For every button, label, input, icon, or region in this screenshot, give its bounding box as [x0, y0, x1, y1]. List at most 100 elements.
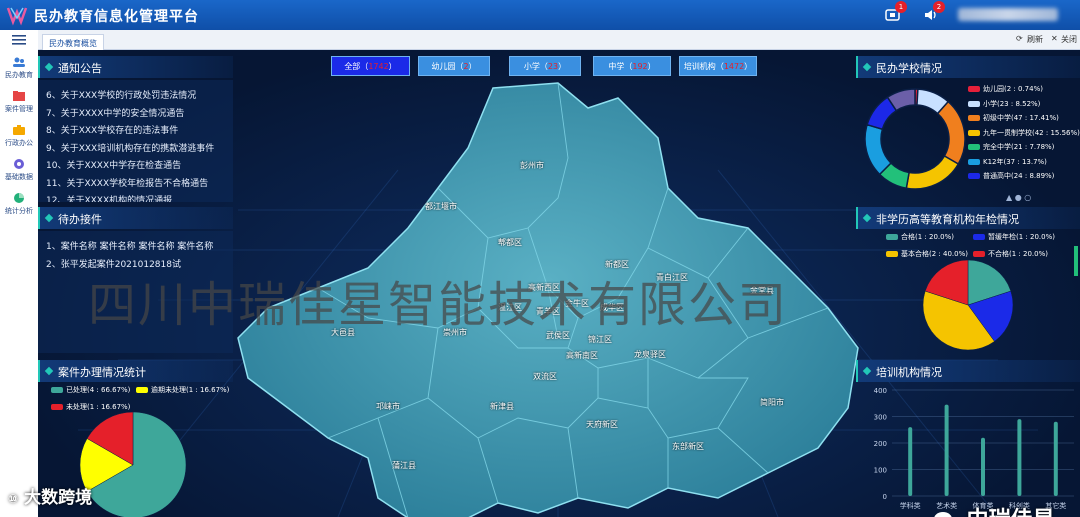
legend-item: 逾期未处理(1 : 16.67%)	[136, 385, 229, 395]
school-stats-title-text: 民办学校情况	[876, 62, 942, 75]
pending-title: 待办接件	[38, 207, 233, 229]
sidebar-item-statistics[interactable]: 统计分析	[0, 192, 38, 216]
pending-title-text: 待办接件	[58, 213, 102, 226]
case-stats-title: 案件办理情况统计	[38, 360, 233, 382]
bar[interactable]	[944, 404, 949, 496]
legend-label: K12年(37 : 13.7%)	[983, 157, 1047, 166]
inspection-title-text: 非学历高等教育机构年检情况	[876, 213, 1019, 226]
menu-toggle-icon[interactable]	[11, 34, 27, 46]
scrollbar[interactable]	[1074, 246, 1078, 276]
legend-swatch	[968, 115, 980, 121]
dashboard-main: 彭州市 都江堰市 郫都区 新都区 青白江区 金堂县 大邑县 崇州市 温江区 金牛…	[38, 50, 1080, 517]
notices-panel: 6、关于XXX学校的行政处罚违法情况 7、关于XXXX中学的安全情况通告 8、关…	[38, 80, 233, 202]
legend-swatch	[968, 144, 980, 150]
legend-label: 普通高中(24 : 8.89%)	[983, 172, 1055, 180]
bar[interactable]	[981, 437, 985, 496]
legend-swatch	[136, 387, 148, 393]
legend-swatch	[968, 129, 980, 136]
filter-label: 全部	[344, 62, 361, 71]
diamond-icon	[44, 62, 54, 72]
diamond-icon	[44, 213, 54, 223]
legend-item: 幼儿园(2 : 0.74%)	[968, 84, 1043, 94]
tab-overview[interactable]: 民办教育概览	[42, 34, 104, 50]
district-label[interactable]: 锦江区	[588, 334, 612, 345]
case-stats-title-text: 案件办理情况统计	[58, 366, 146, 379]
diamond-icon	[862, 366, 872, 376]
diamond-icon	[862, 62, 872, 72]
legend-swatch	[886, 251, 898, 257]
district-label[interactable]: 东部新区	[672, 441, 704, 452]
district-label[interactable]: 彭州市	[520, 160, 544, 171]
district-label[interactable]: 天府新区	[586, 419, 618, 430]
training-bar-chart: 0100200300400学科类 艺术类 体育类 科创类 其它类	[874, 387, 1074, 510]
district-label[interactable]: 简阳市	[760, 397, 784, 408]
sidebar-item-case-management[interactable]: 案件管理	[0, 90, 38, 114]
legend-item: K12年(37 : 13.7%)	[968, 157, 1047, 167]
filter-all-button[interactable]: 全部（1742）	[331, 56, 410, 76]
app-header: 民办教育信息化管理平台 1 2	[0, 0, 1080, 30]
notice-item[interactable]: 8、关于XXX学校存在的违法事件	[46, 123, 178, 136]
brand-corner-text: 中瑞佳星	[967, 508, 1055, 517]
folder-icon	[13, 91, 25, 101]
watermark-text: 四川中瑞佳星智能技术有限公司	[88, 277, 789, 333]
refresh-button[interactable]: 刷新	[1027, 34, 1043, 45]
notice-item[interactable]: 11、关于XXXX学校年检报告不合格通告	[46, 176, 208, 189]
diamond-icon	[862, 213, 872, 223]
district-label[interactable]: 双流区	[533, 371, 557, 382]
legend-pager[interactable]: ▲ ● ○	[1006, 193, 1031, 202]
legend-label: 暂缓年检(1 : 20.0%)	[988, 233, 1055, 241]
sidebar-item-private-education[interactable]: 民办教育	[0, 56, 38, 80]
filter-label: 幼儿园	[431, 62, 456, 71]
notice-item[interactable]: 7、关于XXXX中学的安全情况通告	[46, 106, 184, 119]
filter-primary-button[interactable]: 小学（23）	[509, 56, 581, 76]
y-tick-label: 0	[883, 493, 887, 501]
sidebar-item-label: 行政办公	[5, 139, 33, 147]
bottom-left-logo: ⑩ 大数跨境	[8, 483, 92, 508]
sidebar-item-basic-data[interactable]: 基础数据	[0, 158, 38, 182]
notice-item[interactable]: 6、关于XXX学校的行政处罚违法情况	[46, 88, 196, 101]
district-label[interactable]: 新津县	[490, 401, 514, 412]
district-label[interactable]: 都江堰市	[425, 201, 457, 212]
logo-mark-icon: ⑩	[8, 492, 19, 506]
bar[interactable]	[908, 427, 913, 496]
legend-label: 九年一贯制学校(42 : 15.56%)	[983, 128, 1080, 137]
notices-title: 通知公告	[38, 56, 233, 78]
district-label[interactable]: 高新南区	[566, 350, 598, 361]
filter-middle-button[interactable]: 中学（192）	[593, 56, 671, 76]
pie-slice[interactable]	[936, 100, 966, 166]
bar[interactable]	[1017, 419, 1022, 496]
user-info[interactable]	[958, 8, 1058, 21]
inspection-title: 非学历高等教育机构年检情况	[856, 207, 1080, 229]
message-badge: 1	[895, 1, 907, 13]
y-tick-label: 200	[874, 440, 887, 448]
district-label[interactable]: 蒲江县	[392, 460, 416, 471]
filter-count: 1472	[723, 62, 745, 71]
filter-kindergarten-button[interactable]: 幼儿园（2）	[418, 56, 490, 76]
pie-slice[interactable]	[864, 123, 893, 176]
inspection-pie-chart	[922, 259, 1014, 351]
district-label[interactable]: 邛崃市	[376, 401, 400, 412]
notice-item[interactable]: 12、关于XXXX机构的情况通报	[46, 193, 172, 202]
sidebar-item-administration[interactable]: 行政办公	[0, 124, 38, 148]
pie-slice[interactable]	[905, 154, 960, 190]
close-button[interactable]: 关闭	[1061, 34, 1077, 45]
pie-icon	[14, 193, 24, 203]
refresh-icon[interactable]: ⟳	[1016, 34, 1023, 43]
notice-item[interactable]: 9、关于XXX培训机构存在的携款潜逃事件	[46, 141, 214, 154]
legend-swatch	[973, 234, 985, 240]
school-stats-title: 民办学校情况	[856, 56, 1080, 78]
pending-item[interactable]: 1、案件名称 案件名称 案件名称 案件名称	[46, 239, 231, 252]
notice-item[interactable]: 10、关于XXXX中学存在检查通告	[46, 158, 181, 171]
legend-label: 完全中学(21 : 7.78%)	[983, 143, 1055, 151]
filter-training-button[interactable]: 培训机构（1472）	[679, 56, 757, 76]
close-icon[interactable]: ✕	[1051, 34, 1058, 43]
legend-item: 暂缓年检(1 : 20.0%)	[973, 232, 1055, 242]
legend-label: 小学(23 : 8.52%)	[983, 99, 1041, 108]
district-label[interactable]: 龙泉驿区	[634, 349, 666, 360]
training-title-text: 培训机构情况	[876, 366, 942, 379]
school-donut-chart	[864, 88, 966, 190]
legend-item: 完全中学(21 : 7.78%)	[968, 142, 1054, 152]
bar[interactable]	[1053, 421, 1058, 496]
wechat-icon	[934, 512, 952, 517]
district-label[interactable]: 郫都区	[498, 237, 522, 248]
